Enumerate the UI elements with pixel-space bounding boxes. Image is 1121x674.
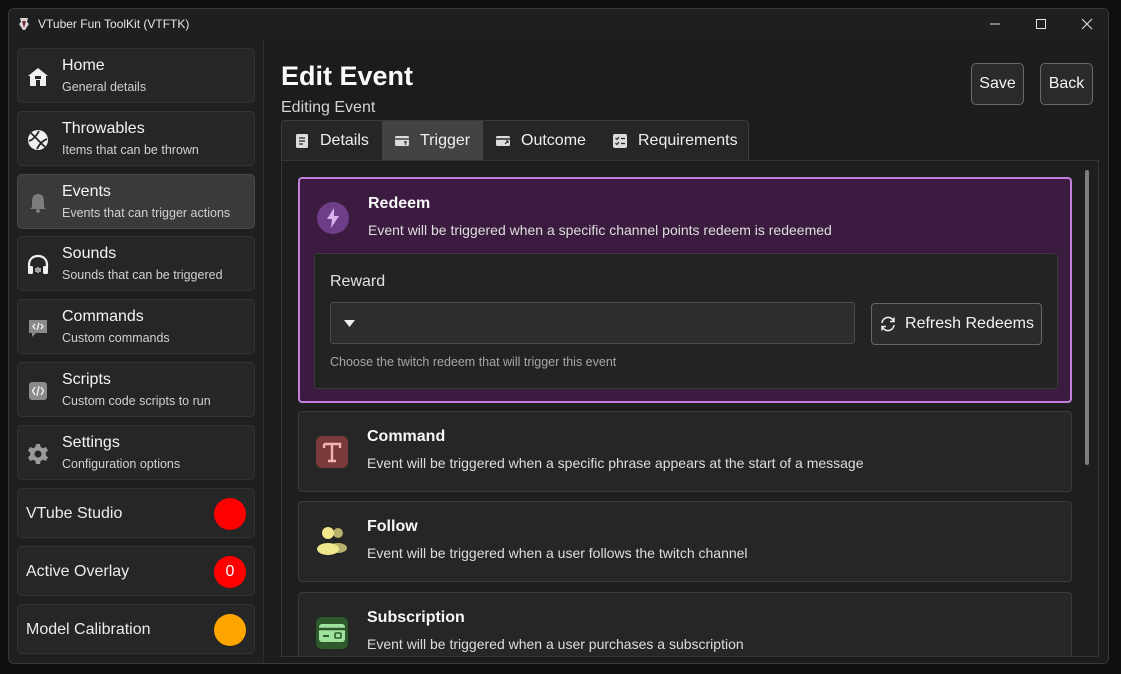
sidebar-item-title: Home — [62, 57, 105, 74]
trigger-title: Follow — [367, 518, 418, 535]
sidebar-item-subtitle: Configuration options — [62, 457, 181, 471]
sidebar-item-title: Commands — [62, 308, 144, 325]
caret-down-icon — [344, 320, 355, 327]
trigger-description: Event will be triggered when a user foll… — [367, 545, 748, 561]
ball-icon — [28, 130, 48, 150]
tab-label: Trigger — [420, 132, 471, 149]
outcome-icon — [496, 136, 510, 146]
minimize-button[interactable] — [972, 9, 1018, 39]
minimize-icon — [990, 23, 1000, 25]
sidebar-item-commands[interactable]: Commands Custom commands — [17, 299, 255, 354]
sidebar-item-home[interactable]: Home General details — [17, 48, 255, 103]
tab-label: Details — [320, 132, 369, 149]
scrollbar[interactable] — [1085, 170, 1089, 465]
trigger-title: Subscription — [367, 609, 465, 626]
refresh-redeems-button[interactable]: Refresh Redeems — [871, 303, 1042, 345]
sidebar-item-subtitle: Sounds that can be triggered — [62, 268, 223, 282]
users-icon — [317, 527, 347, 555]
text-icon — [316, 436, 348, 468]
trigger-title: Command — [367, 428, 446, 445]
title-bar: VTuber Fun ToolKit (VTFTK) — [9, 9, 1108, 39]
command-icon — [29, 320, 47, 337]
sidebar-item-subtitle: Events that can trigger actions — [62, 206, 231, 220]
main-panel: Edit Event Editing Event Save Back Detai… — [265, 39, 1108, 663]
code-icon — [29, 382, 47, 400]
sidebar-item-subtitle: General details — [62, 80, 147, 94]
bell-icon — [30, 194, 46, 213]
maximize-icon — [1036, 19, 1046, 29]
status-model-calibration: Model Calibration — [17, 604, 255, 654]
refresh-icon — [881, 316, 895, 332]
sidebar: Home General details Throwables Items th… — [9, 39, 264, 663]
sidebar-item-scripts[interactable]: Scripts Custom code scripts to run — [17, 362, 255, 417]
status-indicator: 0 — [214, 556, 246, 588]
status-indicator — [214, 614, 246, 646]
tab-requirements[interactable]: Requirements — [600, 121, 750, 161]
sidebar-item-title: Sounds — [62, 245, 117, 262]
sidebar-item-throwables[interactable]: Throwables Items that can be thrown — [17, 111, 255, 166]
refresh-label: Refresh Redeems — [905, 315, 1034, 332]
lightning-icon — [317, 202, 349, 234]
save-button[interactable]: Save — [971, 63, 1024, 105]
sidebar-item-subtitle: Custom code scripts to run — [62, 394, 211, 408]
sidebar-item-subtitle: Items that can be thrown — [62, 143, 199, 157]
trigger-description: Event will be triggered when a specific … — [367, 455, 864, 471]
card-icon — [316, 617, 348, 649]
page-subtitle: Editing Event — [281, 99, 376, 116]
app-window: VTuber Fun ToolKit (VTFTK) Home General … — [8, 8, 1109, 664]
tab-trigger[interactable]: Trigger — [382, 121, 483, 161]
sidebar-item-sounds[interactable]: Sounds Sounds that can be triggered — [17, 236, 255, 291]
sidebar-item-settings[interactable]: Settings Configuration options — [17, 425, 255, 480]
back-button[interactable]: Back — [1040, 63, 1093, 105]
trigger-card-subscription[interactable]: Subscription Event will be triggered whe… — [298, 592, 1072, 656]
status-label: Active Overlay — [26, 563, 130, 580]
checklist-icon — [613, 134, 627, 148]
trigger-icon — [395, 136, 409, 146]
sidebar-item-title: Throwables — [62, 120, 145, 137]
sidebar-item-title: Events — [62, 183, 111, 200]
reward-panel: Reward Refresh Redeems Choose the twitch… — [314, 253, 1058, 389]
trigger-card-redeem[interactable]: Redeem Event will be triggered when a sp… — [298, 177, 1072, 403]
status-label: Model Calibration — [26, 621, 151, 638]
sidebar-item-subtitle: Custom commands — [62, 331, 170, 345]
close-icon — [1081, 18, 1093, 30]
sidebar-item-events[interactable]: Events Events that can trigger actions — [17, 174, 255, 229]
sidebar-item-title: Settings — [62, 434, 120, 451]
home-icon — [28, 68, 48, 86]
close-button[interactable] — [1064, 9, 1108, 39]
trigger-description: Event will be triggered when a user purc… — [367, 636, 744, 652]
tab-label: Outcome — [521, 132, 586, 149]
headphones-icon — [27, 254, 49, 274]
tab-bar: Details Trigger Outcome Requirements — [281, 120, 750, 161]
trigger-description: Event will be triggered when a specific … — [368, 222, 832, 238]
reward-select[interactable] — [330, 302, 855, 344]
window-title: VTuber Fun ToolKit (VTFTK) — [38, 17, 190, 31]
tab-details[interactable]: Details — [282, 121, 382, 161]
status-active-overlay: Active Overlay 0 — [17, 546, 255, 596]
reward-label: Reward — [330, 273, 386, 290]
app-logo-icon — [19, 18, 29, 30]
document-icon — [296, 134, 308, 148]
maximize-button[interactable] — [1018, 9, 1064, 39]
trigger-title: Redeem — [368, 195, 431, 212]
tab-outcome[interactable]: Outcome — [483, 121, 600, 161]
page-title: Edit Event — [281, 61, 414, 91]
gear-icon — [28, 444, 48, 464]
trigger-card-follow[interactable]: Follow Event will be triggered when a us… — [298, 501, 1072, 582]
status-label: VTube Studio — [26, 505, 123, 522]
sidebar-item-title: Scripts — [62, 371, 111, 388]
status-vtube-studio: VTube Studio — [17, 488, 255, 538]
status-indicator — [214, 498, 246, 530]
trigger-card-command[interactable]: Command Event will be triggered when a s… — [298, 411, 1072, 492]
reward-hint: Choose the twitch redeem that will trigg… — [330, 355, 617, 369]
trigger-list: Redeem Event will be triggered when a sp… — [281, 160, 1099, 657]
tab-label: Requirements — [638, 132, 738, 149]
